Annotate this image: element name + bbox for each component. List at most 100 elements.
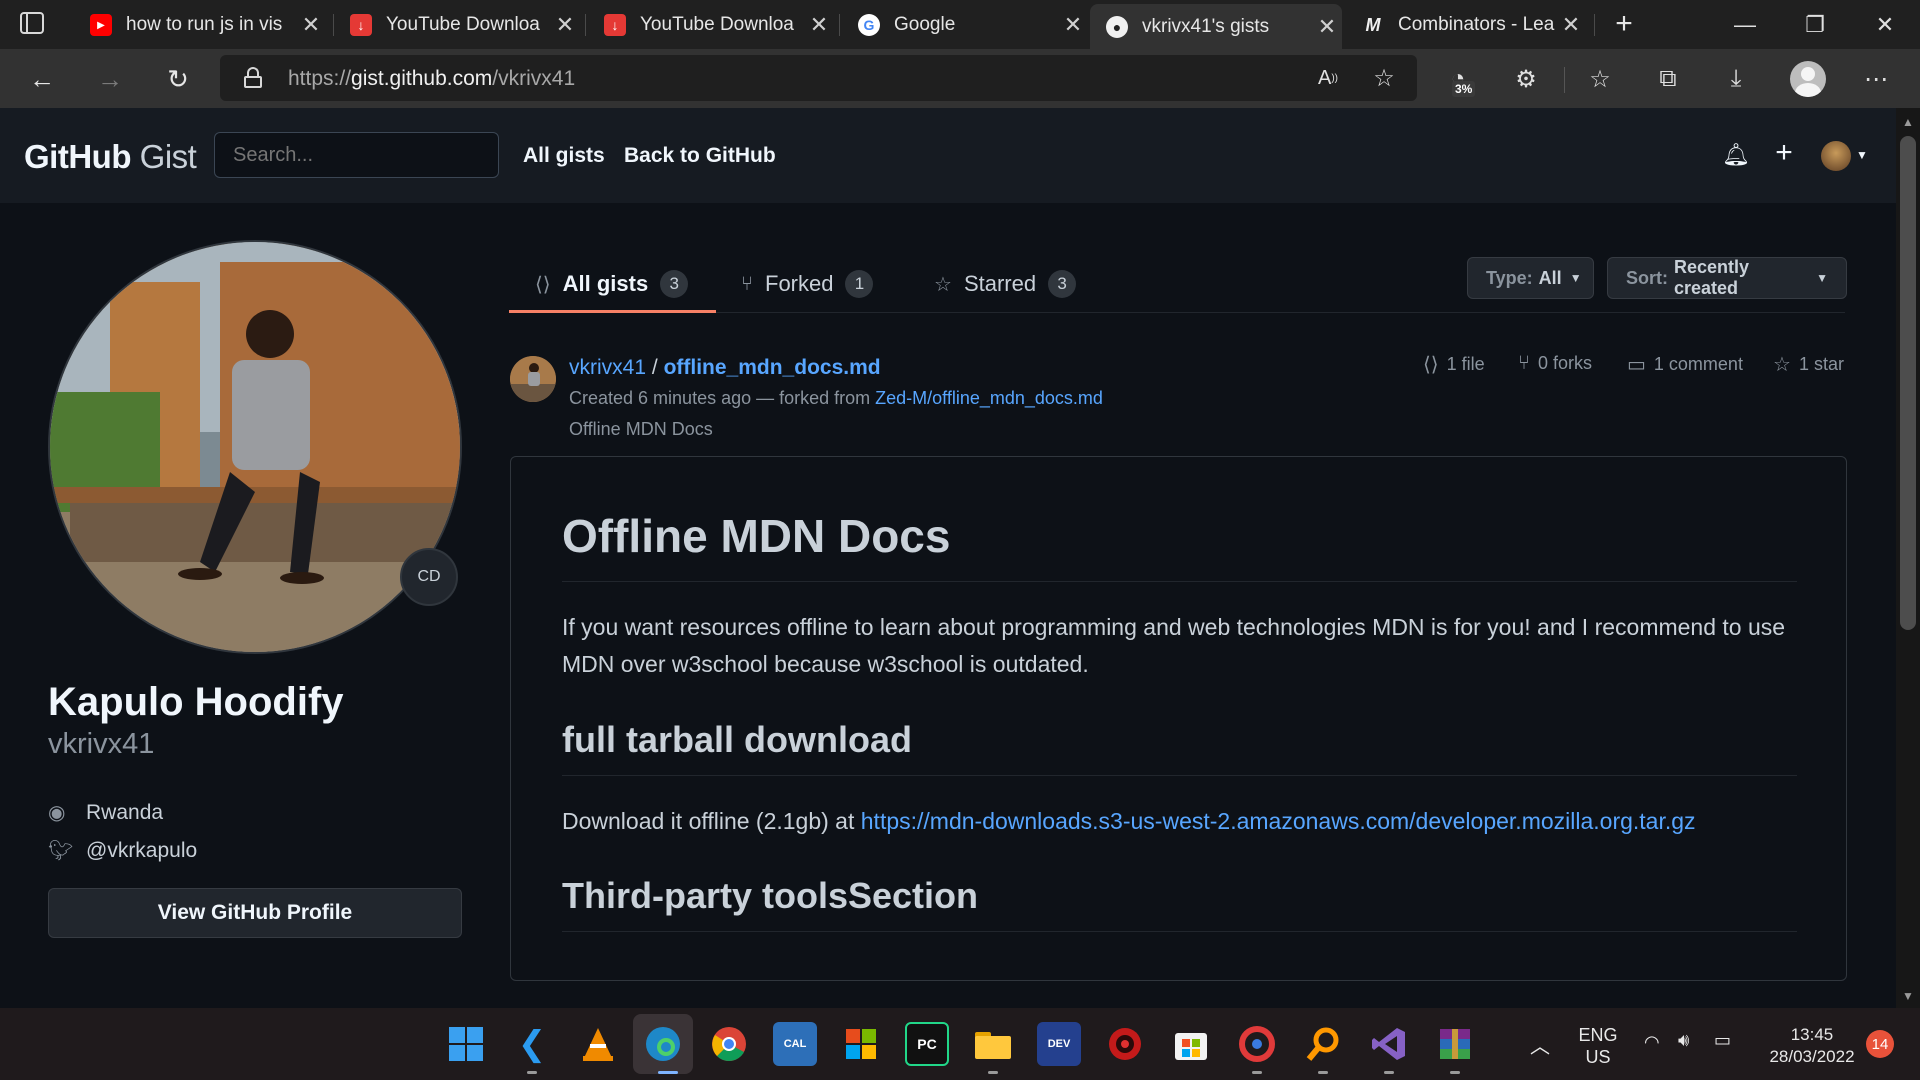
- edge-icon[interactable]: [641, 1022, 685, 1066]
- gist-content-preview: Offline MDN Docs If you want resources o…: [510, 456, 1847, 981]
- sort-dropdown[interactable]: Sort: Recently created ▼: [1607, 257, 1847, 299]
- collections-icon[interactable]: ⧉: [1650, 61, 1686, 97]
- wifi-icon[interactable]: ◠: [1644, 1032, 1660, 1053]
- pycharm-icon[interactable]: PC: [905, 1022, 949, 1066]
- profile-twitter[interactable]: 🐦︎ @vkrkapulo: [48, 838, 197, 863]
- browser-tab-active[interactable]: ● vkrivx41's gists ✕: [1090, 4, 1342, 49]
- location-pin-icon: ◉: [48, 802, 66, 824]
- plus-icon[interactable]: +: [1771, 138, 1797, 168]
- window-close-button[interactable]: ✕: [1850, 0, 1920, 49]
- clock[interactable]: 13:45 28/03/2022: [1760, 1024, 1864, 1068]
- chevron-down-icon[interactable]: ▼: [1856, 148, 1868, 162]
- twitter-icon: 🐦︎: [48, 840, 74, 862]
- new-tab-button[interactable]: +: [1606, 6, 1642, 42]
- gist-filename-link[interactable]: offline_mdn_docs.md: [664, 356, 881, 379]
- scroll-down-arrow[interactable]: ▼: [1896, 984, 1920, 1008]
- volume-icon[interactable]: 🔊︎: [1678, 1030, 1689, 1051]
- star-icon: ☆: [1773, 354, 1791, 376]
- profile-icon[interactable]: [1790, 61, 1826, 97]
- tab-starred[interactable]: ☆ Starred 3: [934, 258, 1077, 310]
- status-badge[interactable]: CD: [400, 548, 458, 606]
- gist-forks-stat[interactable]: ⑂ 0 forks: [1518, 352, 1592, 375]
- download-link[interactable]: https://mdn-downloads.s3-us-west-2.amazo…: [861, 808, 1696, 834]
- browser-tab[interactable]: ▶ how to run js in vis ✕: [74, 6, 326, 44]
- calibre-icon[interactable]: CAL: [773, 1022, 817, 1066]
- back-to-github-link[interactable]: Back to GitHub: [624, 144, 776, 168]
- browser-tab[interactable]: ↓ YouTube Downloa ✕: [588, 6, 834, 44]
- type-filter-dropdown[interactable]: Type: All ▼: [1467, 257, 1594, 299]
- bell-icon[interactable]: 🔔︎: [1722, 142, 1750, 168]
- tab-title: Google: [894, 14, 956, 35]
- gist-stars-stat[interactable]: ☆ 1 star: [1773, 352, 1844, 377]
- app-red-swirl-icon[interactable]: [1235, 1022, 1279, 1066]
- file-explorer-icon[interactable]: [971, 1022, 1015, 1066]
- chrome-icon[interactable]: [707, 1022, 751, 1066]
- browser-tab[interactable]: ↓ YouTube Downloa ✕: [334, 6, 580, 44]
- fork-icon: ⑂: [1518, 352, 1530, 374]
- visual-studio-icon[interactable]: [1367, 1022, 1411, 1066]
- favorites-icon[interactable]: ☆: [1582, 61, 1618, 97]
- add-favorite-icon[interactable]: ☆: [1366, 60, 1402, 96]
- tab-count: 1: [845, 270, 874, 298]
- microsoft-store-icon[interactable]: [1169, 1022, 1213, 1066]
- tab-all-gists[interactable]: ⟨⟩ All gists 3: [535, 258, 689, 310]
- vscode-icon[interactable]: ❮: [510, 1022, 554, 1066]
- read-aloud-icon[interactable]: A)): [1310, 60, 1346, 96]
- url-text[interactable]: https://gist.github.com/vkrivx41: [288, 67, 575, 91]
- forked-from-link[interactable]: Zed-M/offline_mdn_docs.md: [875, 388, 1103, 408]
- tab-forked[interactable]: ⑂ Forked 1: [741, 258, 874, 310]
- search-tool-icon[interactable]: [1301, 1022, 1345, 1066]
- battery-icon[interactable]: ▭: [1714, 1030, 1731, 1051]
- office-icon[interactable]: [839, 1022, 883, 1066]
- restore-button[interactable]: ❐: [1780, 0, 1850, 49]
- close-icon[interactable]: ✕: [1556, 12, 1586, 38]
- github-gist-logo[interactable]: GitHub Gist: [24, 138, 197, 176]
- close-icon[interactable]: ✕: [1058, 12, 1088, 38]
- downloads-icon[interactable]: ⤓: [1718, 61, 1754, 97]
- extensions-icon[interactable]: ⚙: [1508, 61, 1544, 97]
- github-icon: ●: [1106, 15, 1128, 38]
- devcpp-icon[interactable]: DEV: [1037, 1022, 1081, 1066]
- avatar[interactable]: [1821, 141, 1851, 171]
- gist-owner-link[interactable]: vkrivx41: [569, 356, 646, 379]
- winrar-icon[interactable]: [1433, 1022, 1477, 1066]
- minimize-button[interactable]: —: [1710, 0, 1780, 49]
- close-icon[interactable]: ✕: [1312, 14, 1342, 40]
- tab-count: 3: [660, 270, 689, 298]
- star-icon: ☆: [934, 273, 952, 296]
- markdown-heading-2: full tarball download: [562, 719, 912, 760]
- lock-icon[interactable]: [244, 67, 262, 88]
- gist-owner-avatar[interactable]: [510, 356, 556, 402]
- scroll-thumb[interactable]: [1900, 136, 1916, 630]
- view-github-profile-button[interactable]: View GitHub Profile: [48, 888, 462, 938]
- twitter-handle[interactable]: @vkrkapulo: [86, 839, 197, 863]
- notification-badge[interactable]: 14: [1866, 1030, 1894, 1058]
- gist-files-stat[interactable]: ⟨⟩ 1 file: [1423, 352, 1485, 377]
- windows-start-icon[interactable]: [444, 1022, 488, 1066]
- forward-arrow-icon[interactable]: →: [90, 59, 130, 99]
- show-hidden-icons[interactable]: ︿: [1530, 1030, 1550, 1059]
- tab-actions-icon[interactable]: [20, 12, 44, 34]
- vlc-icon[interactable]: [576, 1022, 620, 1066]
- browser-tab[interactable]: G Google ✕: [842, 6, 1088, 44]
- browser-tab[interactable]: M Combinators - Lea ✕: [1346, 6, 1586, 44]
- search-input[interactable]: [214, 132, 499, 178]
- back-arrow-icon[interactable]: ←: [22, 59, 62, 99]
- refresh-icon[interactable]: ↻: [158, 59, 198, 99]
- close-icon[interactable]: ✕: [296, 12, 326, 38]
- close-icon[interactable]: ✕: [804, 12, 834, 38]
- tab-title: YouTube Downloa: [386, 14, 540, 35]
- language-indicator[interactable]: ENG US: [1572, 1024, 1624, 1068]
- more-options-icon[interactable]: ⋯: [1858, 61, 1894, 97]
- all-gists-link[interactable]: All gists: [523, 144, 605, 168]
- download-icon: ↓: [604, 14, 626, 36]
- m-logo-icon: M: [1365, 14, 1381, 35]
- address-bar[interactable]: https://gist.github.com/vkrivx41 A)) ☆: [220, 55, 1417, 101]
- antivirus-icon[interactable]: [1103, 1022, 1147, 1066]
- close-icon[interactable]: ✕: [550, 12, 580, 38]
- gist-comments-stat[interactable]: ▭ 1 comment: [1627, 352, 1743, 377]
- browser-tab-bar: ▶ how to run js in vis ✕ ↓ YouTube Downl…: [0, 0, 1920, 49]
- download-icon: ↓: [350, 14, 372, 36]
- tab-label: All gists: [562, 271, 649, 296]
- scroll-up-arrow[interactable]: ▲: [1896, 110, 1920, 134]
